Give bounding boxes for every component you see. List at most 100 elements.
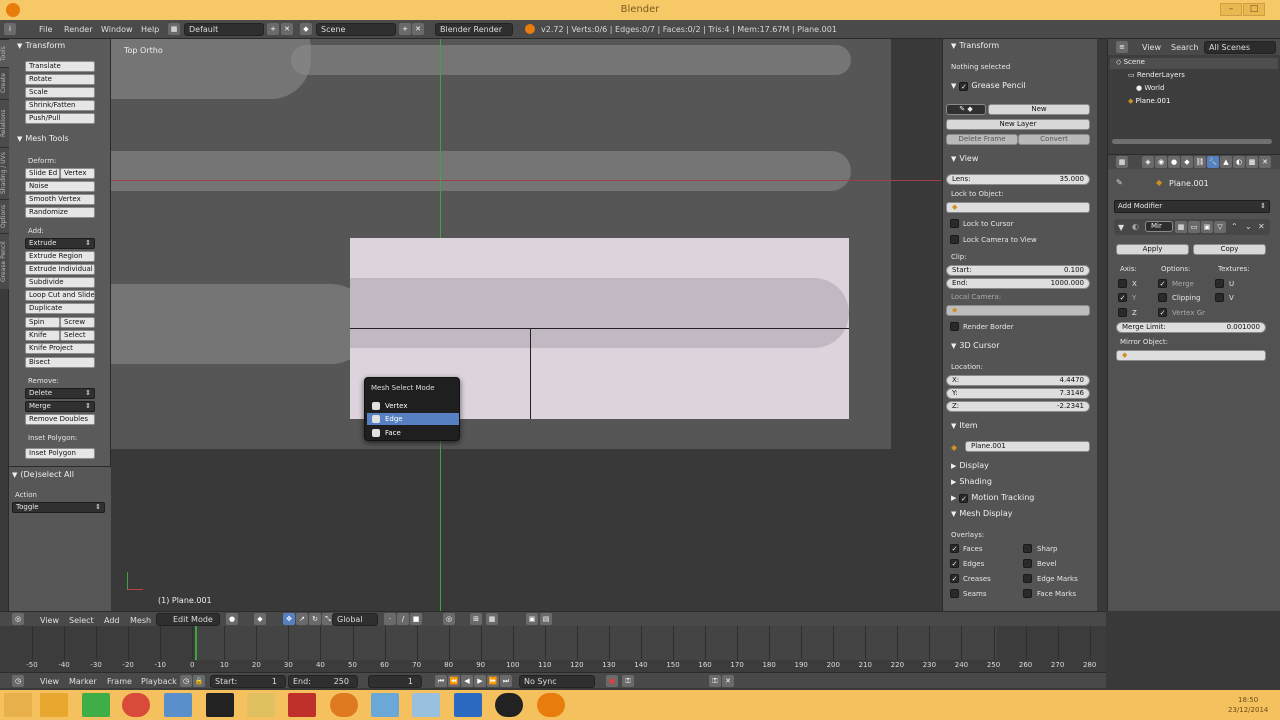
apply-button[interactable]: Apply [1116,244,1189,255]
creases-checkbox[interactable]: ✓ [950,574,959,583]
firefox-icon[interactable] [330,693,358,717]
merge-dropdown[interactable]: Merge ⇕ [25,401,95,412]
minimize-button[interactable]: – [1220,3,1242,16]
sharp-checkbox[interactable] [1023,544,1032,553]
material-tab-icon[interactable]: ◐ [1233,156,1245,168]
modifier-edit-icon[interactable]: ▣ [1201,221,1213,233]
render-anim-icon[interactable]: ▤ [540,613,552,625]
prev-key-icon[interactable]: ⏪ [448,675,460,687]
randomize-button[interactable]: Randomize [25,207,95,218]
seams-checkbox[interactable] [950,589,959,598]
render-border-checkbox[interactable] [950,322,959,331]
modifiers-tab-icon[interactable]: 🔧 [1207,156,1219,168]
item-header[interactable]: ▼ Item [943,419,1097,433]
subdivide-button[interactable]: Subdivide [25,277,95,288]
action-select[interactable]: Toggle ⇕ [12,502,105,513]
knife-project-button[interactable]: Knife Project [25,343,95,354]
duplicate-button[interactable]: Duplicate [25,303,95,314]
add-modifier-select[interactable]: Add Modifier ⇕ [1114,200,1270,213]
remove-doubles-button[interactable]: Remove Doubles [25,414,95,425]
face-marks-checkbox[interactable] [1023,589,1032,598]
copy-button[interactable]: Copy [1193,244,1266,255]
clipping-checkbox[interactable] [1158,293,1167,302]
gp-new-button[interactable]: New [988,104,1090,115]
menu-help[interactable]: Help [141,25,159,34]
network-app-icon[interactable] [164,693,192,717]
delete-dropdown[interactable]: Delete ⇕ [25,388,95,399]
jump-start-icon[interactable]: ⏮ [435,675,447,687]
vertex-mode-item[interactable]: Vertex [367,400,459,412]
pin-icon[interactable]: ✎ [1116,178,1123,187]
transform-props-header[interactable]: ▼ Transform [943,39,1097,53]
lock-range-icon[interactable]: 🔒 [193,675,205,687]
bevel-checkbox[interactable] [1023,559,1032,568]
loop-cut-button[interactable]: Loop Cut and Slide [25,290,95,301]
vertex-select-mode-icon[interactable]: · [384,613,396,625]
local-camera-field[interactable]: ◆ [946,305,1090,316]
3d-viewport[interactable]: Top Ortho (1) Plane.001 [111,39,941,611]
gp-draw-icon[interactable]: ✎ ◆ [946,104,986,115]
edge-mode-item[interactable]: Edge [367,413,459,425]
slide-edge-button[interactable]: Slide Ed [25,168,60,179]
tab-tools[interactable]: Tools [0,39,9,67]
scene-remove-icon[interactable]: ✕ [412,23,424,35]
outliner-view-menu[interactable]: View [1142,43,1161,52]
display-header[interactable]: ▶ Display [943,459,1097,473]
cursor-z-field[interactable]: Z: -2.2341 [946,401,1090,412]
clip-end-field[interactable]: End: 1000.000 [946,278,1090,289]
operator-panel-header[interactable]: ▼ (De)select All [9,468,111,482]
start-button-icon[interactable] [4,693,32,717]
store-icon[interactable] [82,693,110,717]
edge-select-mode-icon[interactable]: / [397,613,409,625]
start-frame-field[interactable]: Start: 1 [210,675,286,688]
push-pull-button[interactable]: Push/Pull [25,113,95,124]
face-select-mode-icon[interactable]: ■ [410,613,422,625]
tab-relations[interactable]: Relations [0,99,9,147]
add-menu[interactable]: Add [104,616,120,625]
rotate-manipulator-icon[interactable]: ↻ [309,613,321,625]
extrude-region-button[interactable]: Extrude Region [25,251,95,262]
slide-vertex-button[interactable]: Vertex [60,168,95,179]
physics-tab-icon[interactable]: ✕ [1259,156,1271,168]
constraints-tab-icon[interactable]: ⛓ [1194,156,1206,168]
faces-checkbox[interactable]: ✓ [950,544,959,553]
keyframe-delete-icon[interactable]: ✕ [722,675,734,687]
scene-add-icon[interactable]: + [399,23,411,35]
inset-polygon-button[interactable]: Inset Polygon [25,448,95,459]
mesh-menu[interactable]: Mesh [130,616,151,625]
editor-icon[interactable] [454,693,482,717]
menu-render[interactable]: Render [64,25,92,34]
view-panel-header[interactable]: ▼ View [943,152,1097,166]
sync-select[interactable]: No Sync [519,675,595,688]
snap-element-icon[interactable]: ▦ [486,613,498,625]
motion-tracking-checkbox[interactable]: ✓ [959,494,969,503]
axis-y-checkbox[interactable]: ✓ [1118,293,1127,302]
mirror-object-field[interactable]: ◆ [1116,350,1266,361]
paint-icon[interactable] [412,693,440,717]
remove-modifier-icon[interactable]: ✕ [1258,222,1265,231]
modifier-render-icon[interactable]: ▦ [1175,221,1187,233]
lock-object-field[interactable]: ◆ [946,202,1090,213]
grease-pencil-checkbox[interactable]: ✓ [959,82,969,91]
pivot-icon[interactable]: ◆ [254,613,266,625]
texture-v-checkbox[interactable] [1215,293,1224,302]
select-menu[interactable]: Select [69,616,94,625]
transform-panel-header[interactable]: ▼ Transform [9,39,110,53]
timeline[interactable]: -50 -40 -30 -20 -10 0 10 20 30 40 50 60 70 80 90 100 110… [0,626,1106,672]
modifier-cage-icon[interactable]: ▽ [1214,221,1226,233]
scale-button[interactable]: Scale [25,87,95,98]
face-mode-item[interactable]: Face [367,427,459,439]
spin-button[interactable]: Spin [25,317,60,328]
preview-range-icon[interactable]: ◷ [180,675,192,687]
tab-options[interactable]: Options [0,199,9,233]
axis-z-checkbox[interactable] [1118,308,1127,317]
blender-taskbar-icon[interactable] [537,693,565,717]
merge-checkbox[interactable]: ✓ [1158,279,1167,288]
motion-tracking-header[interactable]: ▶ ✓ Motion Tracking [943,491,1097,505]
view-menu[interactable]: View [40,616,59,625]
convert-button[interactable]: Convert [1018,134,1090,145]
new-layer-button[interactable]: New Layer [946,119,1090,130]
smooth-vertex-button[interactable]: Smooth Vertex [25,194,95,205]
steam-icon[interactable] [495,693,523,717]
snap-icon[interactable]: ⊞ [470,613,482,625]
